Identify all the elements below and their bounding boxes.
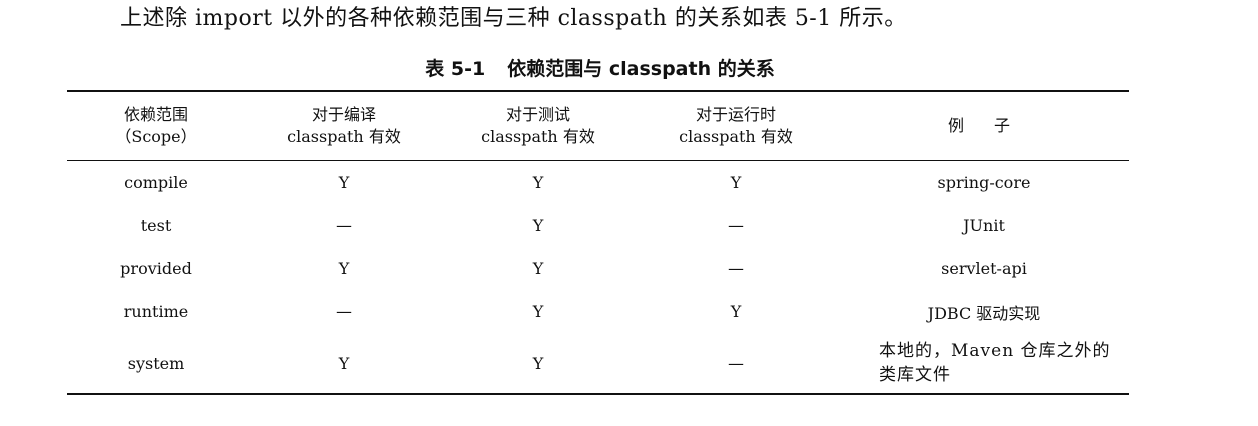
table-caption-number: 表 5-1 xyxy=(425,58,486,80)
cell-runtime-value: — xyxy=(728,216,744,235)
cell-runtime-value: — xyxy=(728,259,744,278)
cell-compile: Y xyxy=(338,173,350,192)
cell-example: spring-core xyxy=(937,173,1031,192)
header-example: 例子 xyxy=(839,91,1129,161)
cell-example: 本地的，Maven 仓库之外的类库文件 xyxy=(879,341,1111,385)
cell-test: Y xyxy=(532,173,544,192)
cell-runtime: Y xyxy=(730,173,742,192)
table-row: runtime — Y Y JDBC 驱动实现 xyxy=(67,290,1129,333)
header-scope-line2: （Scope） xyxy=(115,127,197,146)
cell-compile-value: — xyxy=(336,216,352,235)
cell-scope: system xyxy=(127,353,185,373)
cell-compile: Y xyxy=(338,353,350,373)
cell-test: Y xyxy=(532,302,544,321)
intro-paragraph: 上述除 import 以外的各种依赖范围与三种 classpath 的关系如表 … xyxy=(120,6,907,31)
header-runtime-line2: classpath 有效 xyxy=(679,127,793,146)
cell-test: Y xyxy=(532,353,544,373)
cell-runtime: — xyxy=(633,247,839,290)
table-row: system Y Y — 本地的，Maven 仓库之外的类库文件 xyxy=(67,333,1129,394)
cell-scope: runtime xyxy=(123,302,189,321)
cell-scope: compile xyxy=(124,173,188,192)
cell-compile: — xyxy=(245,290,443,333)
scope-classpath-table: 依赖范围 （Scope） 对于编译 classpath 有效 对于测试 clas… xyxy=(67,90,1129,395)
cell-compile: Y xyxy=(338,259,350,278)
table-row: test — Y — JUnit xyxy=(67,204,1129,247)
cell-compile-value: — xyxy=(336,302,352,321)
cell-runtime-value: — xyxy=(728,353,744,373)
cell-test: Y xyxy=(532,216,544,235)
header-test-classpath: 对于测试 classpath 有效 xyxy=(443,91,633,161)
header-compile-line2: classpath 有效 xyxy=(287,127,401,146)
cell-example: JDBC 驱动实现 xyxy=(927,303,1041,323)
header-runtime-classpath: 对于运行时 classpath 有效 xyxy=(633,91,839,161)
table-header-row: 依赖范围 （Scope） 对于编译 classpath 有效 对于测试 clas… xyxy=(67,91,1129,161)
table-caption-title: 依赖范围与 classpath 的关系 xyxy=(507,58,775,80)
header-compile-classpath: 对于编译 classpath 有效 xyxy=(245,91,443,161)
cell-runtime: — xyxy=(633,204,839,247)
table-row: provided Y Y — servlet-api xyxy=(67,247,1129,290)
header-runtime-line1: 对于运行时 xyxy=(695,105,776,124)
header-scope-line1: 依赖范围 xyxy=(123,105,188,124)
cell-compile: — xyxy=(245,204,443,247)
table-row: compile Y Y Y spring-core xyxy=(67,161,1129,205)
cell-scope: test xyxy=(140,216,172,235)
cell-runtime: — xyxy=(633,333,839,394)
cell-example: JUnit xyxy=(963,216,1005,235)
table-caption: 表 5-1 依赖范围与 classpath 的关系 xyxy=(0,56,1200,82)
cell-example: servlet-api xyxy=(941,259,1027,278)
header-scope: 依赖范围 （Scope） xyxy=(67,91,245,161)
header-test-line2: classpath 有效 xyxy=(481,127,595,146)
header-example-label: 例子 xyxy=(947,116,1040,135)
cell-scope: provided xyxy=(120,259,192,278)
table-container: 依赖范围 （Scope） 对于编译 classpath 有效 对于测试 clas… xyxy=(67,90,1129,395)
cell-runtime: Y xyxy=(730,302,742,321)
cell-test: Y xyxy=(532,259,544,278)
header-compile-line1: 对于编译 xyxy=(311,105,376,124)
header-test-line1: 对于测试 xyxy=(505,105,570,124)
